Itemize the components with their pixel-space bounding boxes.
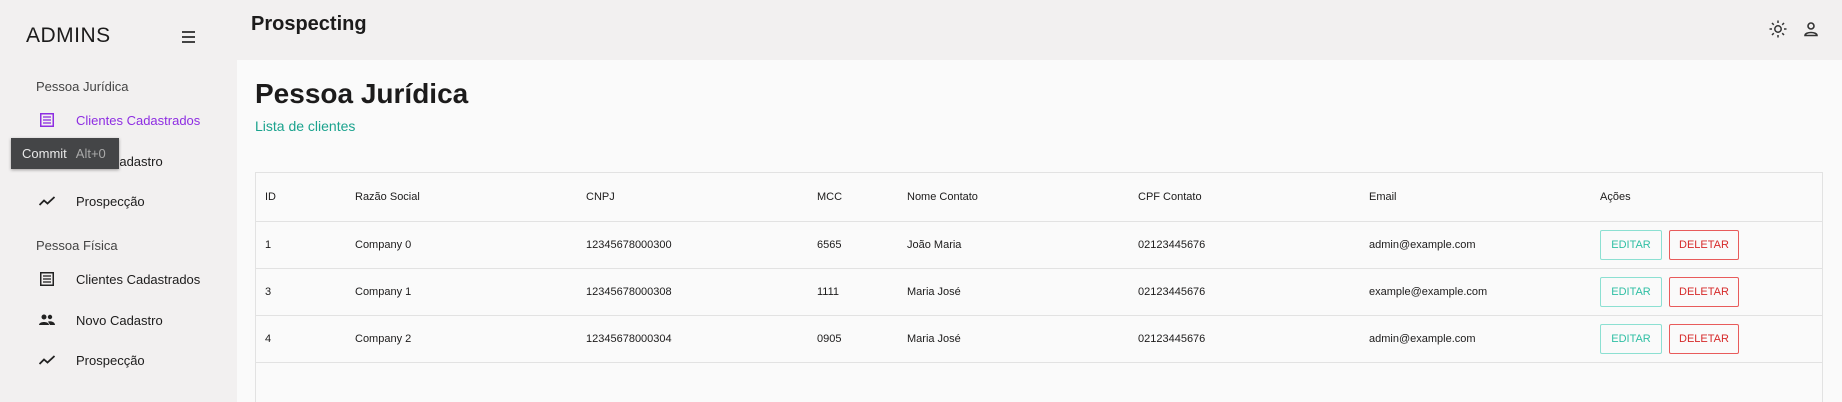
edit-button[interactable]: EDITAR [1600,230,1662,260]
cell-cnpj: 12345678000300 [586,239,672,251]
cell-acoes: EDITAR DELETAR [1600,269,1739,315]
sidebar-item-pf-novo-cadastro[interactable]: Novo Cadastro [36,307,226,333]
delete-button[interactable]: DELETAR [1669,230,1739,260]
cell-email: admin@example.com [1369,239,1476,251]
cell-nome-contato: Maria José [907,333,961,345]
cell-mcc: 6565 [817,239,842,251]
cell-id: 3 [265,286,272,298]
column-header-cnpj: CNPJ [586,191,615,203]
menu-icon[interactable] [180,30,198,44]
cell-cnpj: 12345678000308 [586,286,672,298]
sidebar-item-pj-prospeccao[interactable]: Prospecção [36,188,226,214]
delete-button[interactable]: DELETAR [1669,277,1739,307]
theme-sun-icon[interactable] [1768,19,1788,39]
table-row: 4 Company 2 12345678000304 0905 Maria Jo… [256,316,1822,363]
clients-table: ID Razão Social CNPJ MCC Nome Contato CP… [255,172,1823,402]
cell-email: admin@example.com [1369,333,1476,345]
page-title: Pessoa Jurídica [255,78,469,109]
sidebar-item-pf-clientes-cadastrados[interactable]: Clientes Cadastrados [36,266,226,292]
cell-id: 1 [265,239,272,251]
column-header-email: Email [1369,191,1397,203]
cell-nome-contato: Maria José [907,286,961,298]
cell-cpf-contato: 02123445676 [1138,286,1206,298]
section-label-pessoa-juridica: Pessoa Jurídica [36,79,129,94]
cell-email: example@example.com [1369,286,1488,298]
sidebar-item-pf-prospeccao[interactable]: Prospecção [36,347,226,373]
sidebar-item-label: Clientes Cadastrados [76,271,201,287]
column-header-nome-contato: Nome Contato [907,191,978,203]
cell-acoes: EDITAR DELETAR [1600,222,1739,268]
account-icon[interactable] [1801,19,1821,39]
cell-acoes: EDITAR DELETAR [1600,316,1739,362]
section-label-pessoa-fisica: Pessoa Física [36,238,118,253]
column-header-razao-social: Razão Social [355,191,420,203]
edit-button[interactable]: EDITAR [1600,324,1662,354]
commit-tooltip: Commit Alt+0 [11,138,119,169]
table-row: 1 Company 0 12345678000300 6565 João Mar… [256,222,1822,269]
table-row: 3 Company 1 12345678000308 1111 Maria Jo… [256,269,1822,316]
main-panel: Pessoa Jurídica Lista de clientes ID Raz… [237,60,1842,402]
sidebar: ADMINS Pessoa Jurídica Clientes Cadastra… [0,0,236,402]
cell-mcc: 0905 [817,333,842,345]
app-title: Prospecting [251,13,367,35]
column-header-mcc: MCC [817,191,843,203]
cell-razao-social: Company 2 [355,333,412,345]
brand-title: ADMINS [26,24,111,47]
table-header-row: ID Razão Social CNPJ MCC Nome Contato CP… [256,173,1822,222]
users-icon [36,311,58,329]
column-header-id: ID [265,191,276,203]
cell-razao-social: Company 0 [355,239,412,251]
trending-icon [36,192,58,210]
cell-cpf-contato: 02123445676 [1138,333,1206,345]
tooltip-label: Commit [22,146,67,161]
sidebar-item-label: Novo Cadastro [76,312,163,328]
sidebar-item-label: Prospecção [76,352,145,368]
cell-id: 4 [265,333,272,345]
list-icon [36,111,58,129]
cell-razao-social: Company 1 [355,286,412,298]
column-header-cpf-contato: CPF Contato [1138,191,1202,203]
edit-button[interactable]: EDITAR [1600,277,1662,307]
sidebar-item-label: Clientes Cadastrados [76,112,201,128]
sidebar-item-label: Prospecção [76,193,145,209]
list-icon [36,270,58,288]
trending-icon [36,351,58,369]
cell-mcc: 1111 [817,286,840,298]
column-header-acoes: Ações [1600,191,1631,203]
delete-button[interactable]: DELETAR [1669,324,1739,354]
sidebar-item-pj-clientes-cadastrados[interactable]: Clientes Cadastrados [36,107,226,133]
cell-cnpj: 12345678000304 [586,333,672,345]
tooltip-shortcut: Alt+0 [75,146,106,161]
cell-nome-contato: João Maria [907,239,962,251]
cell-cpf-contato: 02123445676 [1138,239,1206,251]
page-subtitle: Lista de clientes [255,118,356,134]
